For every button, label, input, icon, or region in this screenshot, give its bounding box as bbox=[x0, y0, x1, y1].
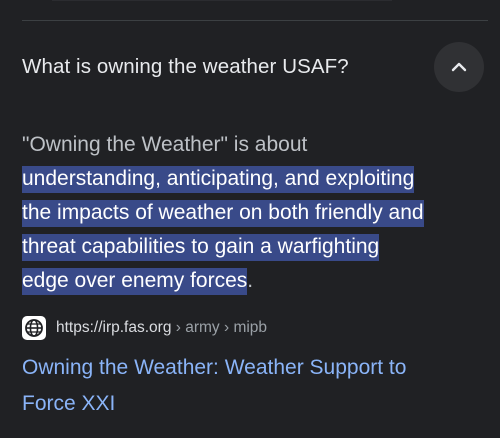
answer-highlight-line: threat capabilities to gain a warfightin… bbox=[22, 234, 380, 261]
faq-answer-snippet: "Owning the Weather" is about understand… bbox=[22, 128, 482, 298]
answer-lead-text: "Owning the Weather" is about bbox=[22, 133, 308, 156]
source-url[interactable]: https://irp.fas.org › army › mipb bbox=[56, 319, 267, 337]
answer-highlight-line: edge over enemy forces bbox=[22, 268, 248, 295]
source-domain: https://irp.fas.org bbox=[56, 319, 172, 336]
source-breadcrumb: › army › mipb bbox=[171, 319, 268, 336]
top-faint-rule bbox=[52, 0, 392, 1]
answer-highlight-line: understanding, anticipating, and exploit… bbox=[22, 166, 415, 193]
faq-question-row[interactable]: What is owning the weather USAF? bbox=[22, 40, 484, 94]
answer-highlight-line: the impacts of weather on both friendly … bbox=[22, 200, 424, 227]
answer-tail: . bbox=[247, 269, 254, 292]
result-title-link[interactable]: Owning the Weather: Weather Support to F… bbox=[22, 350, 462, 422]
section-divider bbox=[22, 20, 488, 21]
chevron-up-icon bbox=[451, 62, 467, 72]
collapse-button[interactable] bbox=[434, 42, 484, 92]
faq-question-text: What is owning the weather USAF? bbox=[22, 55, 349, 78]
globe-icon bbox=[22, 316, 46, 340]
source-citation[interactable]: https://irp.fas.org › army › mipb bbox=[22, 316, 267, 340]
